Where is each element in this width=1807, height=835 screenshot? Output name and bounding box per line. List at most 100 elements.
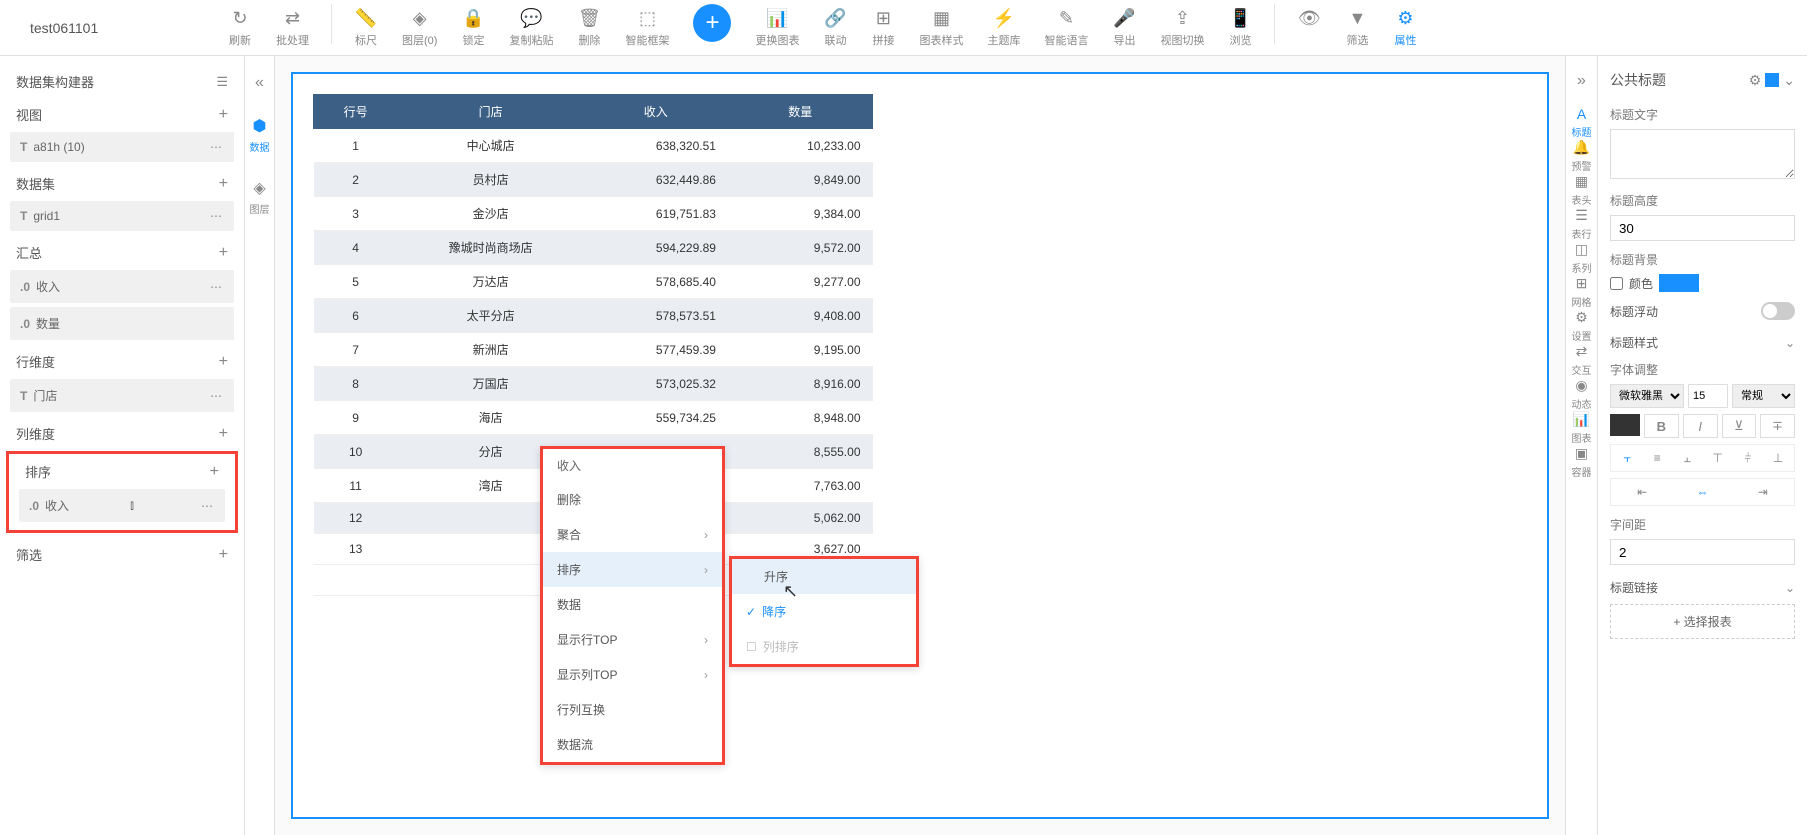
menu-item[interactable]: 删除: [543, 482, 722, 517]
table-row[interactable]: 2员村店632,449.869,849.00: [314, 163, 873, 197]
table-row[interactable]: 3金沙店619,751.839,384.00: [314, 197, 873, 231]
table-row[interactable]: 8万国店573,025.328,916.00: [314, 367, 873, 401]
toolbar-7[interactable]: ⬚智能框架: [617, 4, 677, 52]
add-coldim[interactable]: +: [219, 425, 228, 443]
more-icon[interactable]: ⋯: [210, 140, 224, 154]
strip-data[interactable]: ⬢数据: [250, 116, 270, 154]
toolbar-14[interactable]: 🎤导出: [1104, 4, 1144, 52]
rstrip-网格[interactable]: ⊞网格: [1572, 275, 1592, 309]
toolbar-6[interactable]: 🗑删除: [569, 4, 609, 52]
add-rowdim[interactable]: +: [219, 353, 228, 371]
toolbar-19[interactable]: ⚙属性: [1385, 4, 1425, 52]
bg-color-checkbox[interactable]: [1610, 277, 1623, 290]
rstrip-系列[interactable]: ◫系列: [1572, 241, 1592, 275]
summary-item-qty[interactable]: .0数量: [10, 307, 234, 340]
add-dataset[interactable]: +: [219, 175, 228, 193]
rstrip-预警[interactable]: 🔔预警: [1572, 139, 1592, 173]
toolbar-8[interactable]: 📊更换图表: [747, 4, 807, 52]
table-header[interactable]: 门店: [398, 95, 584, 129]
spacing-input[interactable]: [1610, 539, 1795, 565]
toolbar-1[interactable]: ⇄批处理: [268, 4, 317, 52]
rstrip-动态[interactable]: ◉动态: [1572, 377, 1592, 411]
add-view[interactable]: +: [219, 106, 228, 124]
table-row[interactable]: 9海店559,734.258,948.00: [314, 401, 873, 435]
submenu-item[interactable]: ✓降序: [732, 594, 916, 629]
submenu-item[interactable]: 升序: [732, 559, 916, 594]
toolbar-10[interactable]: ⊞拼接: [863, 4, 903, 52]
toolbar-11[interactable]: ▦图表样式: [911, 4, 971, 52]
toolbar-18[interactable]: ▼筛选: [1337, 4, 1377, 52]
title-text-input[interactable]: [1610, 129, 1795, 179]
toolbar-15[interactable]: ⇪视图切换: [1152, 4, 1212, 52]
arrow-left[interactable]: ⇤: [1614, 482, 1670, 502]
collapse-icon[interactable]: «: [255, 74, 264, 92]
align-top[interactable]: ⊤: [1705, 448, 1731, 468]
select-report-button[interactable]: + 选择报表: [1610, 604, 1795, 639]
table-row[interactable]: 4豫城时尚商场店594,229.899,572.00: [314, 231, 873, 265]
arrow-right[interactable]: ⇥: [1735, 482, 1791, 502]
text-color[interactable]: [1610, 414, 1640, 436]
align-left[interactable]: ⫟: [1614, 448, 1640, 468]
expand-icon[interactable]: »: [1577, 72, 1586, 90]
rstrip-交互[interactable]: ⇄交互: [1572, 343, 1592, 377]
menu-item[interactable]: 行列互换: [543, 692, 722, 727]
align-right[interactable]: ⫠: [1674, 448, 1700, 468]
toolbar-5[interactable]: 💬复制粘贴: [501, 4, 561, 52]
chevron-down-icon[interactable]: ⌄: [1785, 336, 1795, 350]
toolbar-12[interactable]: ⚡主题库: [979, 4, 1028, 52]
underline-button[interactable]: ⊻: [1722, 414, 1757, 438]
toolbar-0[interactable]: ↻刷新: [220, 4, 260, 52]
menu-item[interactable]: 数据流: [543, 727, 722, 762]
toolbar-3[interactable]: ◈图层(0): [394, 4, 445, 52]
toolbar-17[interactable]: 👁: [1289, 4, 1329, 52]
table-header[interactable]: 行号: [314, 95, 398, 129]
toolbar-4[interactable]: 🔒锁定: [453, 4, 493, 52]
gear-icon[interactable]: ⚙: [1749, 72, 1762, 89]
chevron-down-icon[interactable]: ⌄: [1783, 72, 1795, 89]
add-summary[interactable]: +: [219, 244, 228, 262]
bold-button[interactable]: B: [1644, 414, 1679, 438]
rstrip-容器[interactable]: ▣容器: [1572, 445, 1592, 479]
strip-layer[interactable]: ◈图层: [250, 178, 270, 216]
summary-item-income[interactable]: .0收入⋯: [10, 270, 234, 303]
add-button[interactable]: +: [693, 4, 731, 42]
table-row[interactable]: 1中心城店638,320.5110,233.00: [314, 129, 873, 163]
arrow-both[interactable]: ⇔: [1674, 482, 1730, 502]
italic-button[interactable]: I: [1683, 414, 1718, 438]
rstrip-标题[interactable]: A标题: [1572, 106, 1592, 139]
table-header[interactable]: 数量: [728, 95, 873, 129]
table-row[interactable]: 5万达店578,685.409,277.00: [314, 265, 873, 299]
table-row[interactable]: 6太平分店578,573.519,408.00: [314, 299, 873, 333]
check-icon[interactable]: [1765, 73, 1779, 87]
menu-item[interactable]: 显示列TOP›: [543, 657, 722, 692]
dataset-item[interactable]: Tgrid1⋯: [10, 201, 234, 231]
context-menu[interactable]: 收入 删除聚合›排序›数据显示行TOP›显示列TOP›行列互换数据流: [540, 446, 725, 765]
view-item[interactable]: Ta81h (10)⋯: [10, 132, 234, 162]
toolbar-16[interactable]: 📱浏览: [1220, 4, 1260, 52]
settings-icon[interactable]: ☰: [216, 74, 228, 90]
float-toggle[interactable]: [1761, 302, 1795, 320]
rstrip-设置[interactable]: ⚙设置: [1572, 309, 1592, 343]
font-size-input[interactable]: [1688, 384, 1728, 408]
sort-item[interactable]: .0收入⫾⋯: [19, 489, 225, 522]
rstrip-图表[interactable]: 📊图表: [1572, 411, 1592, 445]
table-header[interactable]: 收入: [583, 95, 728, 129]
align-center[interactable]: ≡: [1644, 448, 1670, 468]
rstrip-表行[interactable]: ☰表行: [1572, 207, 1592, 241]
add-filter[interactable]: +: [219, 546, 228, 564]
align-bottom[interactable]: ⊥: [1765, 448, 1791, 468]
toolbar-2[interactable]: 📏标尺: [346, 4, 386, 52]
menu-item[interactable]: 数据: [543, 587, 722, 622]
align-middle[interactable]: ⫩: [1735, 448, 1761, 468]
rstrip-表头[interactable]: ▦表头: [1572, 173, 1592, 207]
font-family-select[interactable]: 微软雅黑: [1610, 384, 1684, 408]
menu-item[interactable]: 聚合›: [543, 517, 722, 552]
toolbar-9[interactable]: 🔗联动: [815, 4, 855, 52]
strike-button[interactable]: ∓: [1760, 414, 1795, 438]
sort-submenu[interactable]: 升序✓降序☐列排序: [729, 556, 919, 667]
font-weight-select[interactable]: 常规: [1732, 384, 1795, 408]
add-sort[interactable]: +: [210, 463, 219, 481]
title-height-input[interactable]: [1610, 215, 1795, 241]
toolbar-13[interactable]: ✎智能语言: [1036, 4, 1096, 52]
menu-item[interactable]: 显示行TOP›: [543, 622, 722, 657]
